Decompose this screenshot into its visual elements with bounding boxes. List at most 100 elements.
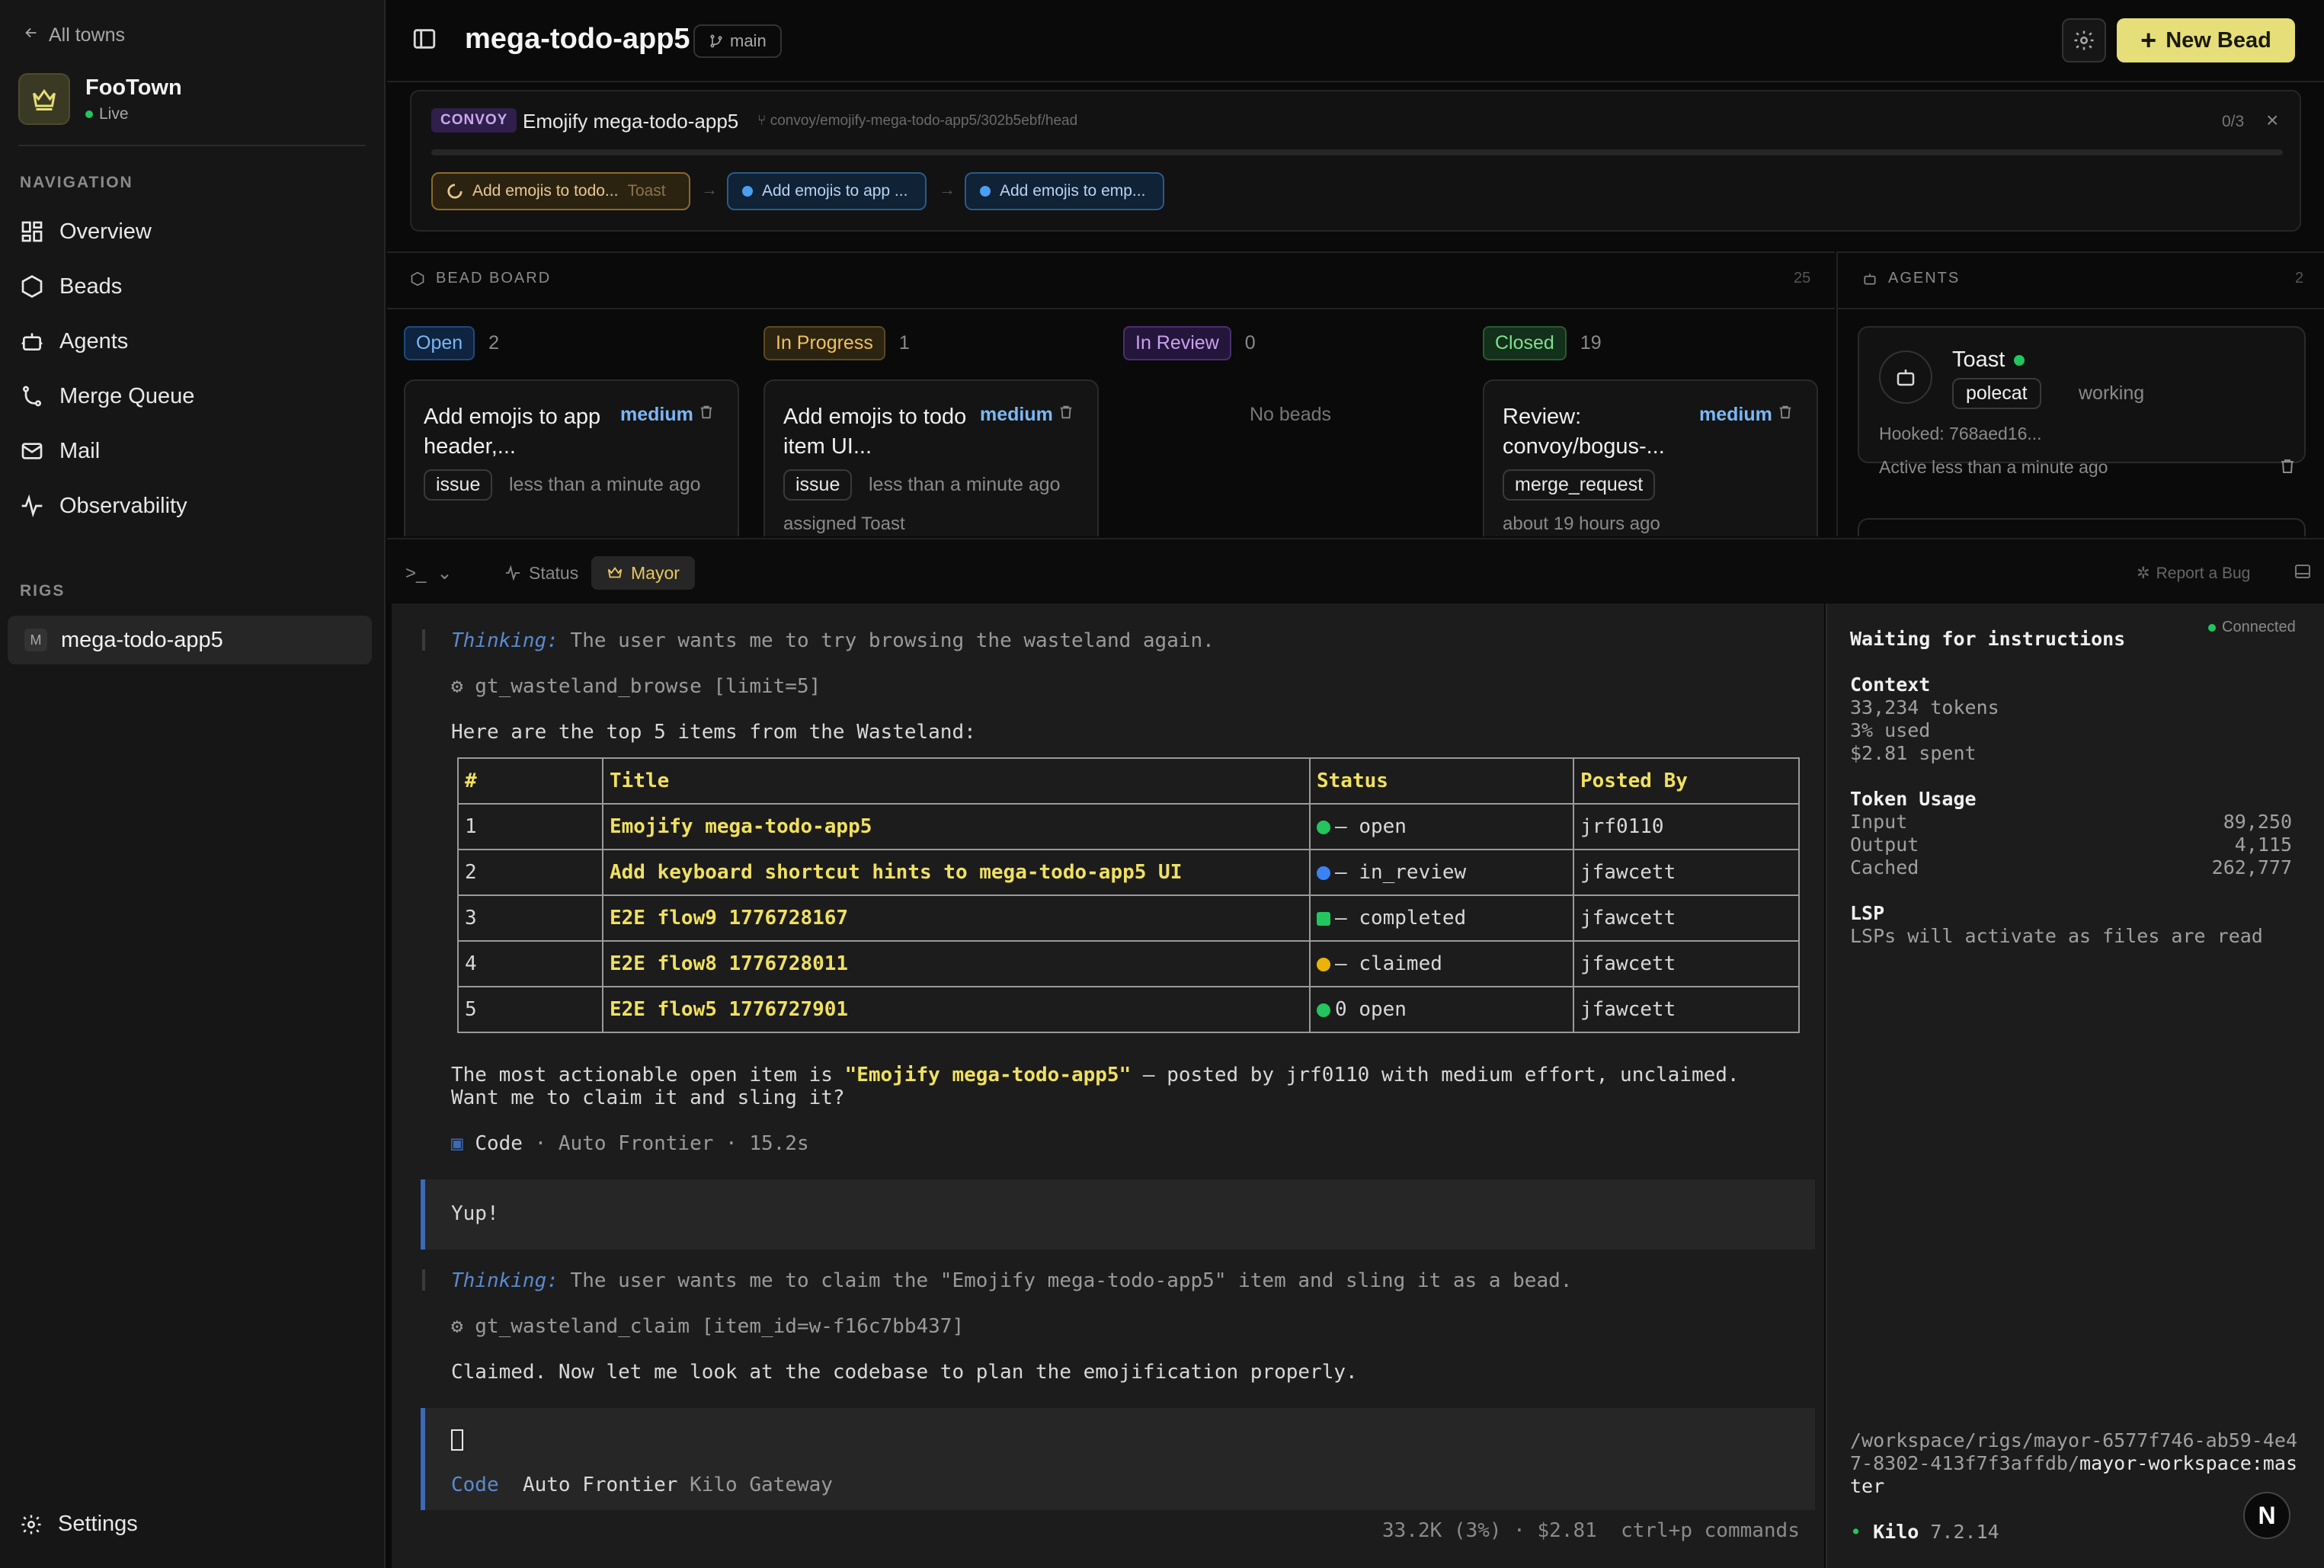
- convoy-step-3[interactable]: Add emojis to emp...: [965, 172, 1164, 210]
- nav-item-agents[interactable]: Agents: [20, 318, 128, 364]
- rig-item-mega-todo-app5[interactable]: M mega-todo-app5: [8, 616, 372, 664]
- plus-icon: +: [2140, 24, 2157, 56]
- nav-item-mail[interactable]: Mail: [20, 428, 100, 474]
- divider: [1838, 308, 2324, 309]
- token-cached-row: Cached 262,777: [1850, 856, 2292, 878]
- rigs-section-label: RIGS: [20, 582, 66, 600]
- branch-chip[interactable]: main: [693, 24, 782, 58]
- hexagon-icon: [21, 275, 43, 298]
- user-message: Yup!: [421, 1179, 1815, 1250]
- nav-item-beads[interactable]: Beads: [20, 264, 122, 309]
- agent-card[interactable]: [1858, 518, 2306, 536]
- spinner-icon: [447, 184, 463, 199]
- terminal-output[interactable]: Thinking: The user wants me to try brows…: [392, 603, 1824, 1568]
- trash-icon[interactable]: [1058, 404, 1074, 424]
- gear-icon: [2074, 30, 2094, 50]
- summary-line: The most actionable open item is "Emojif…: [451, 1064, 1740, 1086]
- nav-item-overview[interactable]: Overview: [20, 209, 152, 254]
- column-header-in-progress: In Progress 1: [763, 326, 910, 360]
- bug-icon: ✲: [2137, 565, 2150, 582]
- new-bead-button[interactable]: + New Bead: [2117, 18, 2295, 62]
- priority-label: medium: [620, 404, 693, 425]
- bead-type-tag: issue: [424, 469, 493, 501]
- bead-type-tag: issue: [783, 469, 853, 501]
- column-header-open: Open 2: [404, 326, 499, 360]
- n-logo-icon[interactable]: N: [2243, 1492, 2290, 1539]
- sidebar: All towns FooTown Live NAVIGATION Overvi…: [0, 0, 386, 1568]
- convoy-path: ⑂ convoy/emojify-mega-todo-app5/302b5ebf…: [757, 113, 1078, 129]
- hexagon-icon: [411, 271, 424, 286]
- convoy-step-1[interactable]: Add emojis to todo... Toast: [431, 172, 690, 210]
- town-name: FooTown: [85, 75, 182, 100]
- agent-hooked: Hooked: 768aed16...: [1879, 424, 2042, 443]
- connected-dot-icon: [2208, 623, 2216, 632]
- tool-call-line: ⚙ gt_wasteland_claim [item_id=w-f16c7bb4…: [451, 1315, 965, 1338]
- table-row: 4 E2E flow8 1776728011 – claimed jfawcet…: [457, 940, 1800, 987]
- convoy-step-2[interactable]: Add emojis to app ...: [727, 172, 927, 210]
- lsp-heading: LSP: [1850, 902, 1885, 924]
- token-output-row: Output 4,115: [1850, 834, 2292, 856]
- terminal-tab-bar: >_ ⌄ Status Mayor ✲ Report a Bug: [387, 538, 2324, 602]
- bead-board: BEAD BOARD 25 Open 2 In Progress 1 In Revi…: [387, 251, 1835, 536]
- convoy-panel: CONVOY Emojify mega-todo-app5 ⑂ convoy/e…: [410, 90, 2301, 232]
- agent-role-tag: polecat: [1952, 378, 2041, 409]
- context-heading: Context: [1850, 674, 1931, 696]
- town-switcher[interactable]: FooTown Live: [18, 73, 182, 125]
- agent-card[interactable]: Toast polecat working Hooked: 768aed16..…: [1858, 326, 2306, 477]
- terminal-menu[interactable]: >_ ⌄: [405, 562, 452, 584]
- dock-panel-icon[interactable]: [2294, 562, 2312, 584]
- agents-count: 2: [2295, 270, 2304, 286]
- status-dot-icon: [1317, 866, 1330, 880]
- bead-card[interactable]: Add emojis to app header,... medium issu…: [404, 379, 739, 536]
- status-dot-icon: [1317, 1003, 1330, 1017]
- bead-time: about 19 hours ago: [1503, 514, 1660, 534]
- git-merge-icon: [23, 386, 41, 407]
- agents-header: AGENTS: [1862, 270, 1960, 287]
- convoy-name: Emojify mega-todo-app5: [523, 110, 739, 133]
- tab-status[interactable]: Status: [489, 556, 594, 590]
- trash-icon[interactable]: [698, 404, 715, 424]
- lsp-text: LSPs will activate as files are read: [1850, 925, 2263, 947]
- nav-section-label: NAVIGATION: [20, 174, 133, 191]
- column-header-in-review: In Review 0: [1123, 326, 1256, 360]
- status-dot-icon: [742, 186, 753, 197]
- convoy-tag: CONVOY: [431, 108, 517, 133]
- trash-icon[interactable]: [2278, 457, 2297, 479]
- report-bug-link[interactable]: ✲ Report a Bug: [2137, 564, 2250, 583]
- robot-icon: [1879, 350, 1932, 404]
- workspace-path: /workspace/rigs/mayor-6577f746-ab59-4e47…: [1850, 1429, 2298, 1497]
- divider: [18, 145, 366, 146]
- column-header-closed: Closed 19: [1483, 326, 1602, 360]
- nav-item-merge-queue[interactable]: Merge Queue: [20, 373, 194, 419]
- table-row: 3 E2E flow9 1776728167 – completed jfawc…: [457, 894, 1800, 942]
- thinking-line: Thinking: The user wants me to claim the…: [451, 1269, 1573, 1292]
- bead-time: less than a minute ago: [509, 474, 701, 495]
- settings-link[interactable]: Settings: [20, 1512, 138, 1537]
- sidebar-toggle-icon[interactable]: [411, 26, 437, 56]
- close-icon[interactable]: ×: [2266, 108, 2278, 133]
- gear-icon: [21, 1515, 41, 1534]
- crown-icon: [18, 73, 70, 125]
- convoy-progress-count: 0/3: [2222, 113, 2245, 130]
- nav-item-observability[interactable]: Observability: [20, 483, 187, 529]
- table-header-row: # Title Status Posted By: [457, 757, 1800, 805]
- tab-mayor[interactable]: Mayor: [591, 556, 695, 590]
- trash-icon[interactable]: [1777, 404, 1794, 424]
- thinking-bar: [422, 1269, 425, 1291]
- git-branch-icon: ⑂: [757, 113, 770, 129]
- bead-card[interactable]: Review: convoy/bogus-... medium merge_re…: [1483, 379, 1818, 536]
- response-meta: ▣ Code · Auto Frontier · 15.2s: [451, 1132, 809, 1155]
- priority-label: medium: [1699, 404, 1772, 425]
- arrow-left-icon: [23, 24, 40, 46]
- settings-button[interactable]: [2062, 18, 2106, 62]
- all-towns-link[interactable]: All towns: [23, 24, 125, 46]
- status-dot-icon: [1317, 820, 1330, 834]
- agent-state: working: [2079, 382, 2145, 404]
- agent-active: Active less than a minute ago: [1879, 457, 2108, 477]
- prompt-input[interactable]: Code Auto Frontier Kilo Gateway: [421, 1408, 1815, 1510]
- town-status: Live: [85, 105, 182, 123]
- context-tokens: 33,234 tokens: [1850, 696, 1999, 718]
- status-dot-icon: [980, 186, 991, 197]
- top-bar: mega-todo-app5 main + New Bead: [387, 0, 2324, 82]
- bead-card[interactable]: Add emojis to todo item UI... medium iss…: [763, 379, 1099, 536]
